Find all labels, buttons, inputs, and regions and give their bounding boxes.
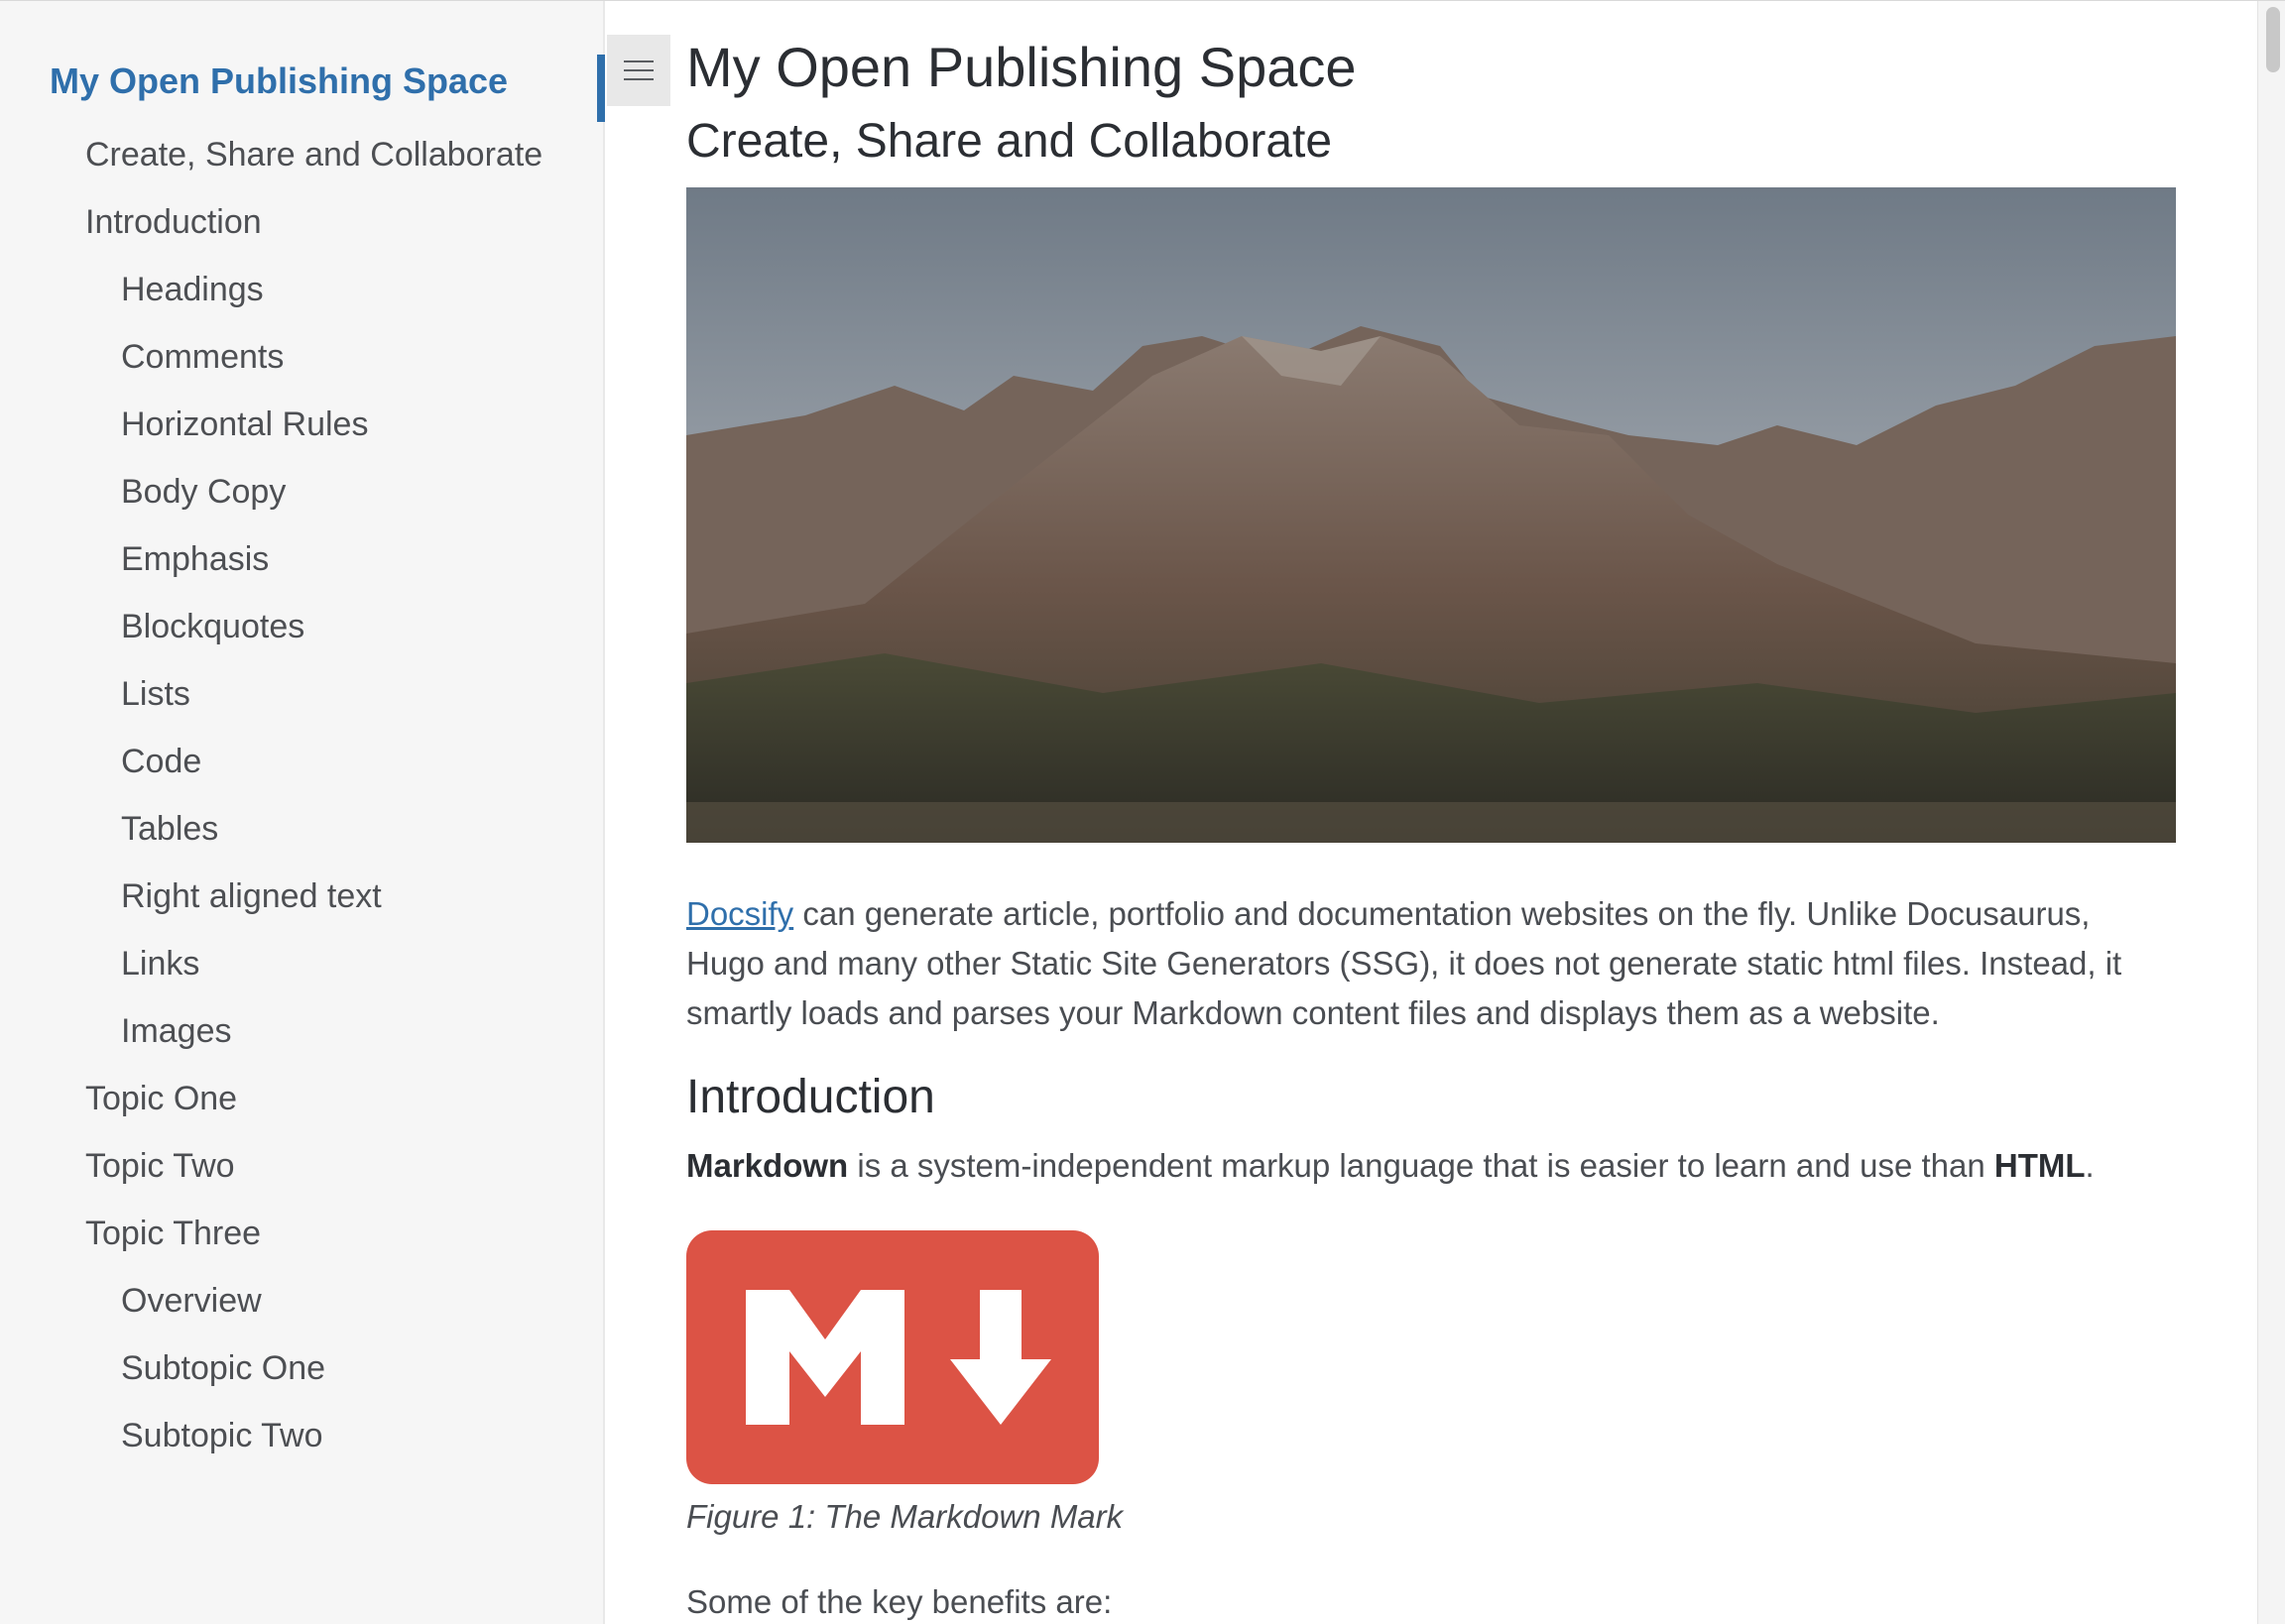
sidebar-item-comments[interactable]: Comments xyxy=(121,338,284,377)
markdown-text: is a system-independent markup language … xyxy=(848,1147,1994,1184)
sidebar-item-lists[interactable]: Lists xyxy=(121,675,190,714)
sidebar-item-subtopic-one[interactable]: Subtopic One xyxy=(121,1349,325,1388)
markdown-paragraph: Markdown is a system-independent markup … xyxy=(686,1147,2095,1185)
markdown-logo-icon xyxy=(686,1230,1099,1484)
sidebar-item-introduction[interactable]: Introduction xyxy=(85,203,262,242)
page-subtitle: Create, Share and Collaborate xyxy=(686,115,1333,168)
html-bold: HTML xyxy=(1993,1147,2086,1184)
sidebar-item-body-copy[interactable]: Body Copy xyxy=(121,473,286,512)
sidebar: My Open Publishing Space Create, Share a… xyxy=(0,1,605,1624)
hero-image xyxy=(686,187,2176,843)
sidebar-item-code[interactable]: Code xyxy=(121,743,201,781)
figure-caption: Figure 1: The Markdown Mark xyxy=(686,1498,1124,1535)
sidebar-item-overview[interactable]: Overview xyxy=(121,1282,262,1321)
section-heading-introduction: Introduction xyxy=(686,1071,935,1123)
sidebar-item-links[interactable]: Links xyxy=(121,945,199,984)
sidebar-item-emphasis[interactable]: Emphasis xyxy=(121,540,269,579)
sidebar-item-right-aligned-text[interactable]: Right aligned text xyxy=(121,877,382,916)
sidebar-item-create-share-collaborate[interactable]: Create, Share and Collaborate xyxy=(85,136,542,174)
docsify-link[interactable]: Docsify xyxy=(686,895,793,932)
intro-paragraph: Docsify can generate article, portfolio … xyxy=(686,889,2176,1038)
sidebar-item-subtopic-two[interactable]: Subtopic Two xyxy=(121,1417,323,1455)
page-title: My Open Publishing Space xyxy=(686,36,1357,98)
sidebar-item-topic-two[interactable]: Topic Two xyxy=(85,1147,235,1186)
sidebar-item-images[interactable]: Images xyxy=(121,1012,232,1051)
sidebar-title-link[interactable]: My Open Publishing Space xyxy=(50,60,508,102)
sidebar-item-topic-one[interactable]: Topic One xyxy=(85,1080,237,1118)
intro-text: can generate article, portfolio and docu… xyxy=(686,895,2122,1031)
sidebar-item-tables[interactable]: Tables xyxy=(121,810,218,849)
sidebar-toggle-button[interactable] xyxy=(607,35,670,106)
scrollbar[interactable] xyxy=(2257,1,2285,1624)
period: . xyxy=(2085,1147,2095,1184)
benefits-paragraph: Some of the key benefits are: xyxy=(686,1583,1113,1620)
markdown-bold: Markdown xyxy=(686,1147,849,1184)
sidebar-item-horizontal-rules[interactable]: Horizontal Rules xyxy=(121,406,368,444)
sidebar-item-topic-three[interactable]: Topic Three xyxy=(85,1215,261,1253)
page-frame: My Open Publishing Space Create, Share a… xyxy=(0,0,2285,1624)
hamburger-menu-icon xyxy=(624,60,654,62)
scrollbar-thumb[interactable] xyxy=(2266,7,2280,72)
sidebar-item-headings[interactable]: Headings xyxy=(121,271,264,309)
active-indicator xyxy=(597,55,605,122)
sidebar-item-blockquotes[interactable]: Blockquotes xyxy=(121,608,304,646)
